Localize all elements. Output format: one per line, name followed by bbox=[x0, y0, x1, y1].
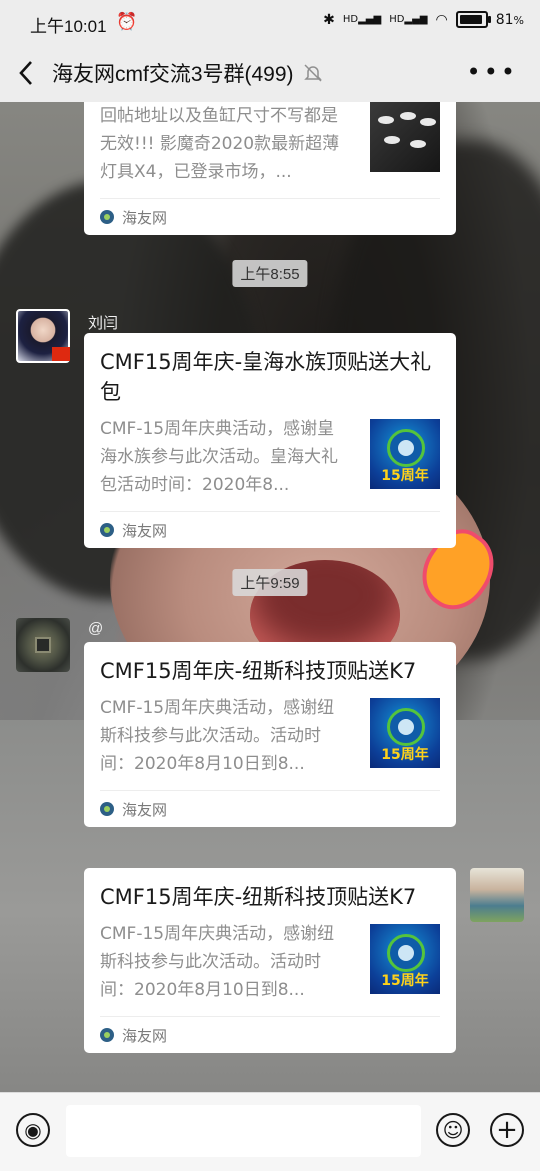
link-card[interactable]: CMF15周年庆-皇海水族顶贴送大礼包 CMF-15周年庆典活动，感谢皇海水族参… bbox=[84, 333, 456, 548]
source-icon bbox=[100, 523, 114, 537]
card-source: 海友网 bbox=[100, 1016, 440, 1053]
link-card[interactable]: 回帖地址以及鱼缸尺寸不写都是无效!!! 影魔奇2020款最新超薄灯具X4，已登录… bbox=[84, 102, 456, 235]
mute-bell-icon bbox=[303, 64, 322, 82]
card-thumbnail: 15周年 bbox=[370, 698, 440, 768]
back-button[interactable] bbox=[0, 44, 52, 102]
signal-icon: HD▂▄▆ bbox=[389, 14, 428, 25]
plus-icon[interactable]: + bbox=[490, 1113, 524, 1147]
signal-icon: HD▂▄▆ bbox=[342, 14, 382, 25]
source-icon bbox=[100, 1028, 114, 1042]
card-description: 回帖地址以及鱼缸尺寸不写都是无效!!! 影魔奇2020款最新超薄灯具X4，已登录… bbox=[100, 106, 340, 182]
card-thumbnail: 15周年 bbox=[370, 924, 440, 994]
timestamp: 上午9:59 bbox=[232, 569, 308, 596]
battery-icon bbox=[455, 11, 491, 28]
message-list[interactable]: 回帖地址以及鱼缸尺寸不写都是无效!!! 影魔奇2020款最新超薄灯具X4，已登录… bbox=[0, 102, 540, 1092]
card-title: CMF15周年庆-皇海水族顶贴送大礼包 bbox=[100, 350, 432, 404]
page-title: 海友网cmf交流3号群(499) bbox=[52, 63, 294, 86]
chat-header: 海友网cmf交流3号群(499) ••• bbox=[0, 44, 540, 102]
emoji-icon[interactable]: ☺ bbox=[436, 1113, 470, 1147]
card-source: 海友网 bbox=[100, 511, 440, 548]
bluetooth-icon: ✱ bbox=[323, 11, 335, 28]
timestamp: 上午8:55 bbox=[232, 260, 308, 287]
more-icon[interactable]: ••• bbox=[467, 58, 518, 86]
card-source: 海友网 bbox=[100, 198, 440, 235]
clock: 上午10:01 bbox=[30, 17, 107, 36]
card-description: CMF-15周年庆典活动，感谢纽斯科技参与此次活动。活动时间：2020年8月10… bbox=[100, 924, 335, 1000]
source-icon bbox=[100, 210, 114, 224]
card-description: CMF-15周年庆典活动，感谢纽斯科技参与此次活动。活动时间：2020年8月10… bbox=[100, 698, 335, 774]
input-bar: ◉ ☺ + bbox=[0, 1092, 540, 1171]
wifi-icon: ◠ bbox=[435, 11, 448, 28]
alarm-icon: ⏰ bbox=[116, 12, 138, 32]
card-thumbnail bbox=[370, 102, 440, 172]
message-input[interactable] bbox=[66, 1105, 421, 1157]
status-bar: 上午10:01 ⏰ ✱ HD▂▄▆ HD▂▄▆ ◠ 81% bbox=[0, 0, 540, 44]
card-thumbnail: 15周年 bbox=[370, 419, 440, 489]
avatar[interactable] bbox=[470, 868, 524, 922]
sender-name: 刘闫 bbox=[88, 315, 119, 332]
link-card[interactable]: CMF15周年庆-纽斯科技顶贴送K7 CMF-15周年庆典活动，感谢纽斯科技参与… bbox=[84, 868, 456, 1053]
card-source: 海友网 bbox=[100, 790, 440, 827]
source-icon bbox=[100, 802, 114, 816]
back-arrow-icon bbox=[19, 61, 32, 85]
card-title: CMF15周年庆-纽斯科技顶贴送K7 bbox=[100, 659, 417, 683]
voice-icon[interactable]: ◉ bbox=[16, 1113, 50, 1147]
sender-name: @ bbox=[88, 620, 104, 637]
flag-badge bbox=[52, 347, 70, 361]
card-description: CMF-15周年庆典活动，感谢皇海水族参与此次活动。皇海大礼包活动时间：2020… bbox=[100, 419, 338, 495]
battery-level: 81% bbox=[495, 11, 524, 28]
avatar[interactable] bbox=[16, 618, 70, 672]
link-card[interactable]: CMF15周年庆-纽斯科技顶贴送K7 CMF-15周年庆典活动，感谢纽斯科技参与… bbox=[84, 642, 456, 827]
card-title: CMF15周年庆-纽斯科技顶贴送K7 bbox=[100, 885, 417, 909]
